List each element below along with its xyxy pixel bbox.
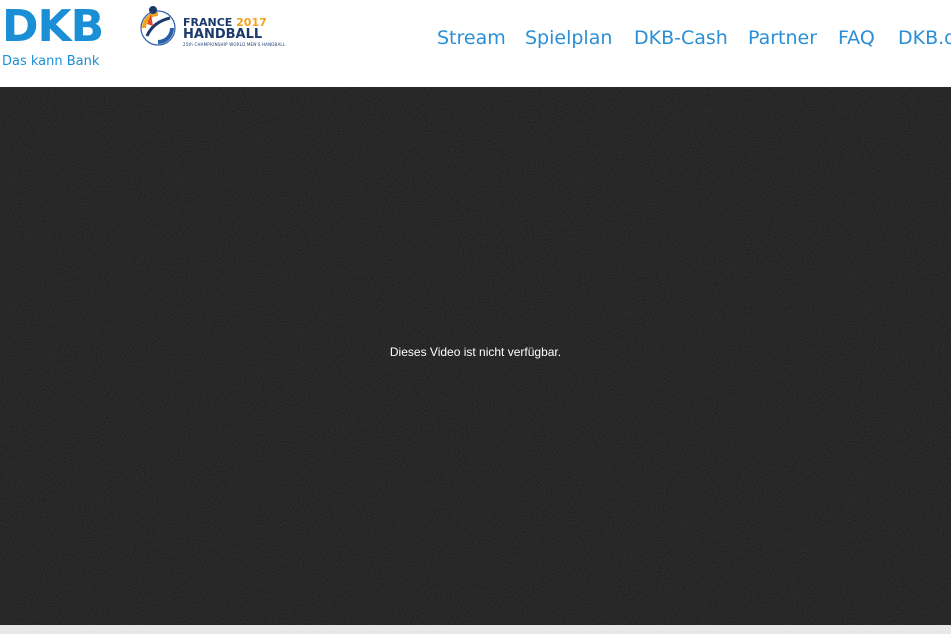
nav-item-faq[interactable]: FAQ xyxy=(838,26,875,50)
nav-item-partner[interactable]: Partner xyxy=(748,26,817,50)
page-footer-strip xyxy=(0,625,951,634)
nav-item-dkb-cash[interactable]: DKB-Cash xyxy=(634,26,728,50)
nav-item-spielplan[interactable]: Spielplan xyxy=(525,26,612,50)
dkb-wordmark: DKB xyxy=(2,1,104,52)
dkb-logo[interactable]: DKB Das kann Bank xyxy=(2,4,122,74)
event-sport: HANDBALL xyxy=(183,27,263,42)
nav-item-stream[interactable]: Stream xyxy=(437,26,506,50)
video-unavailable-message: Dieses Video ist nicht verfügbar. xyxy=(389,345,562,359)
event-subtitle: 25th CHAMPIONSHIP WORLD MEN'S HANDBALL xyxy=(183,42,286,47)
handball-event-logo[interactable]: FRANCE 2017 HANDBALL 25th CHAMPIONSHIP W… xyxy=(137,4,285,52)
handball-emblem-icon xyxy=(140,6,176,46)
site-header: DKB Das kann Bank FRANCE 2017 HANDBALL 2… xyxy=(0,0,951,87)
dkb-tagline: Das kann Bank xyxy=(2,54,100,69)
video-player[interactable]: Dieses Video ist nicht verfügbar. xyxy=(0,87,951,625)
nav-item-dkb-de[interactable]: DKB.de xyxy=(898,26,951,50)
